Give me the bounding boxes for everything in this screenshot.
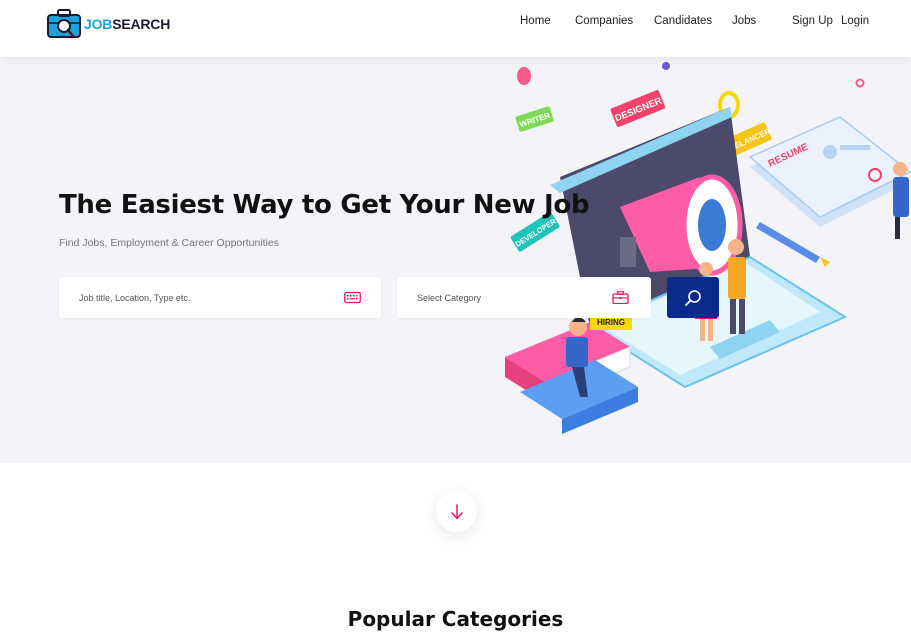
search-button[interactable]	[667, 277, 719, 318]
briefcase-icon	[612, 291, 629, 304]
briefcase-search-icon	[47, 9, 81, 38]
hero-title: The Easiest Way to Get Your New Job	[59, 190, 590, 220]
logo[interactable]: JOBSEARCH	[47, 8, 170, 40]
category-select-field[interactable]	[397, 277, 651, 318]
nav-home[interactable]: Home	[520, 15, 551, 27]
hero-section: WRITER DESIGNER FREELANCER DEVELOPER RES…	[0, 57, 911, 463]
keyword-search-field[interactable]	[59, 277, 381, 318]
logo-text-search: SEARCH	[112, 16, 171, 32]
scroll-down-button[interactable]	[436, 491, 477, 532]
nav-candidates[interactable]: Candidates	[654, 15, 712, 27]
keyboard-icon	[344, 291, 361, 304]
hero-subtitle: Find Jobs, Employment & Career Opportuni…	[59, 237, 280, 249]
top-header: JOBSEARCH Home Companies Candidates Jobs…	[0, 0, 911, 57]
popular-categories-title: Popular Categories	[347, 607, 564, 631]
nav-companies[interactable]: Companies	[575, 15, 633, 27]
nav-login[interactable]: Login	[841, 15, 869, 27]
logo-text-job: JOB	[84, 16, 113, 32]
logo-text: JOBSEARCH	[84, 16, 170, 32]
keyword-input[interactable]	[59, 292, 317, 303]
category-select[interactable]	[397, 292, 601, 303]
search-icon	[685, 289, 701, 306]
arrow-down-icon	[450, 503, 463, 519]
nav-signup[interactable]: Sign Up	[792, 15, 833, 27]
job-search-illustration: WRITER DESIGNER FREELANCER DEVELOPER RES…	[505, 62, 911, 434]
nav-jobs[interactable]: Jobs	[732, 15, 756, 27]
illustration-tag-hiring: HIRING	[597, 318, 625, 327]
